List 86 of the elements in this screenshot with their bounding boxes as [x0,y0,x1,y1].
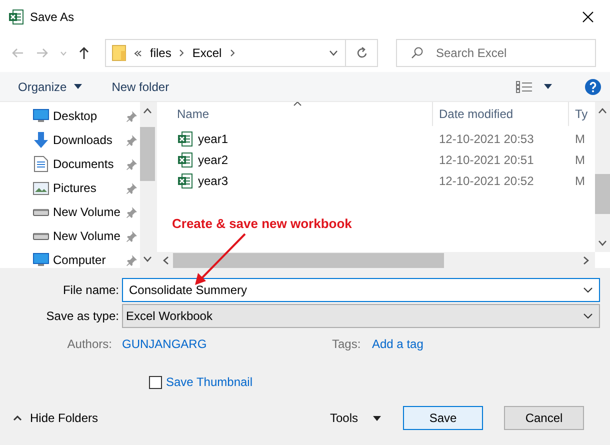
caret-icon [74,84,82,89]
scroll-down-icon[interactable] [143,256,152,262]
help-icon[interactable] [585,78,601,94]
new-folder-button[interactable]: New folder [112,80,170,94]
pin-icon[interactable] [126,158,137,170]
pin-icon[interactable] [126,110,137,122]
pin-icon[interactable] [126,134,137,146]
date-modified: 12-10-2021 20:53 [438,132,535,146]
sidebar-item[interactable]: Documents [53,157,126,171]
spreadsheet-file-icon [177,152,193,168]
field-label: Tags: [332,337,362,351]
caret-icon [373,416,381,420]
file-name-field[interactable]: Consolidate Summery [122,278,600,302]
breadcrumb[interactable]: files [150,46,172,60]
authors-value[interactable]: GUNJANGARG [122,337,222,351]
save-button[interactable]: Save [403,406,483,430]
pin-icon[interactable] [126,182,137,194]
scrollbar[interactable] [140,102,155,268]
field-label: Authors: [66,337,113,351]
file-type: M [574,132,586,146]
file-type: M [574,152,586,166]
search-field[interactable]: Search Excel [396,39,596,67]
field-label: Save as type: [45,309,120,323]
scroll-down-icon[interactable] [598,240,607,246]
search-icon [411,47,423,59]
picture-icon [32,182,48,194]
cancel-button[interactable]: Cancel [504,406,584,430]
hide-folders-button[interactable]: Hide Folders [13,411,98,425]
dropdown-icon[interactable] [583,313,593,319]
scrollbar[interactable] [595,102,610,252]
up-arrow-icon[interactable] [79,47,89,59]
sidebar-item[interactable]: Computer [53,253,126,267]
file-type: M [574,174,586,188]
checkbox[interactable] [149,376,162,388]
window-title: Save As [30,10,76,24]
dropdown-icon[interactable] [583,287,593,293]
file-name[interactable]: year1 [198,132,228,146]
document-icon [34,156,48,172]
app-icon [8,9,24,25]
drive-icon [32,232,48,240]
column-header[interactable]: Ty [569,102,590,126]
add-tag-link[interactable]: Add a tag [372,337,424,351]
scroll-right-icon[interactable] [583,256,589,264]
scroll-left-icon[interactable] [163,256,169,264]
close-icon[interactable] [582,11,594,23]
sidebar-item[interactable]: Downloads [53,133,126,147]
sidebar-item[interactable]: Pictures [53,181,126,195]
file-type-dropdown[interactable]: Excel Workbook [122,304,600,328]
checkbox-label[interactable]: Save Thumbnail [166,375,252,389]
tools-button[interactable]: Tools [330,411,381,425]
sidebar-item[interactable]: Desktop [53,109,126,123]
pin-icon[interactable] [126,206,137,218]
scrollbar[interactable] [157,252,595,268]
file-name[interactable]: year3 [198,174,228,188]
pin-icon[interactable] [126,230,137,242]
breadcrumb[interactable]: Excel [192,46,222,60]
view-icon[interactable] [516,80,532,92]
chevron-up-icon [13,415,22,421]
column-header[interactable]: Date modified [433,102,569,126]
sidebar-item[interactable]: New Volume [53,229,126,243]
folder-icon [112,45,126,61]
spreadsheet-file-icon [177,130,193,146]
refresh-icon[interactable] [356,47,368,59]
file-name[interactable]: year2 [198,152,228,166]
address-bar[interactable]: files Excel [105,39,378,67]
field-label: File name: [62,283,120,297]
dropdown-icon[interactable] [328,50,338,56]
sidebar-item[interactable]: New Volume [53,205,126,219]
date-modified: 12-10-2021 20:52 [438,174,535,188]
column-header[interactable]: Name [157,102,433,126]
scroll-up-icon[interactable] [598,108,607,114]
caret-icon[interactable] [544,84,552,89]
spreadsheet-file-icon [177,172,193,188]
pin-icon[interactable] [126,254,137,266]
monitor-icon [32,253,48,267]
sort-icon[interactable] [293,102,302,106]
drive-icon [32,208,48,216]
chevron-icon [230,49,235,57]
organize-button[interactable]: Organize [18,80,82,94]
scroll-up-icon[interactable] [143,108,152,114]
date-modified: 12-10-2021 20:51 [438,152,535,166]
double-chevron-icon[interactable] [134,50,142,56]
chevron-icon [179,49,184,57]
download-arrow-icon [32,132,48,148]
annotation-text: Create & save new workbook [172,216,352,231]
monitor-icon [32,109,48,123]
